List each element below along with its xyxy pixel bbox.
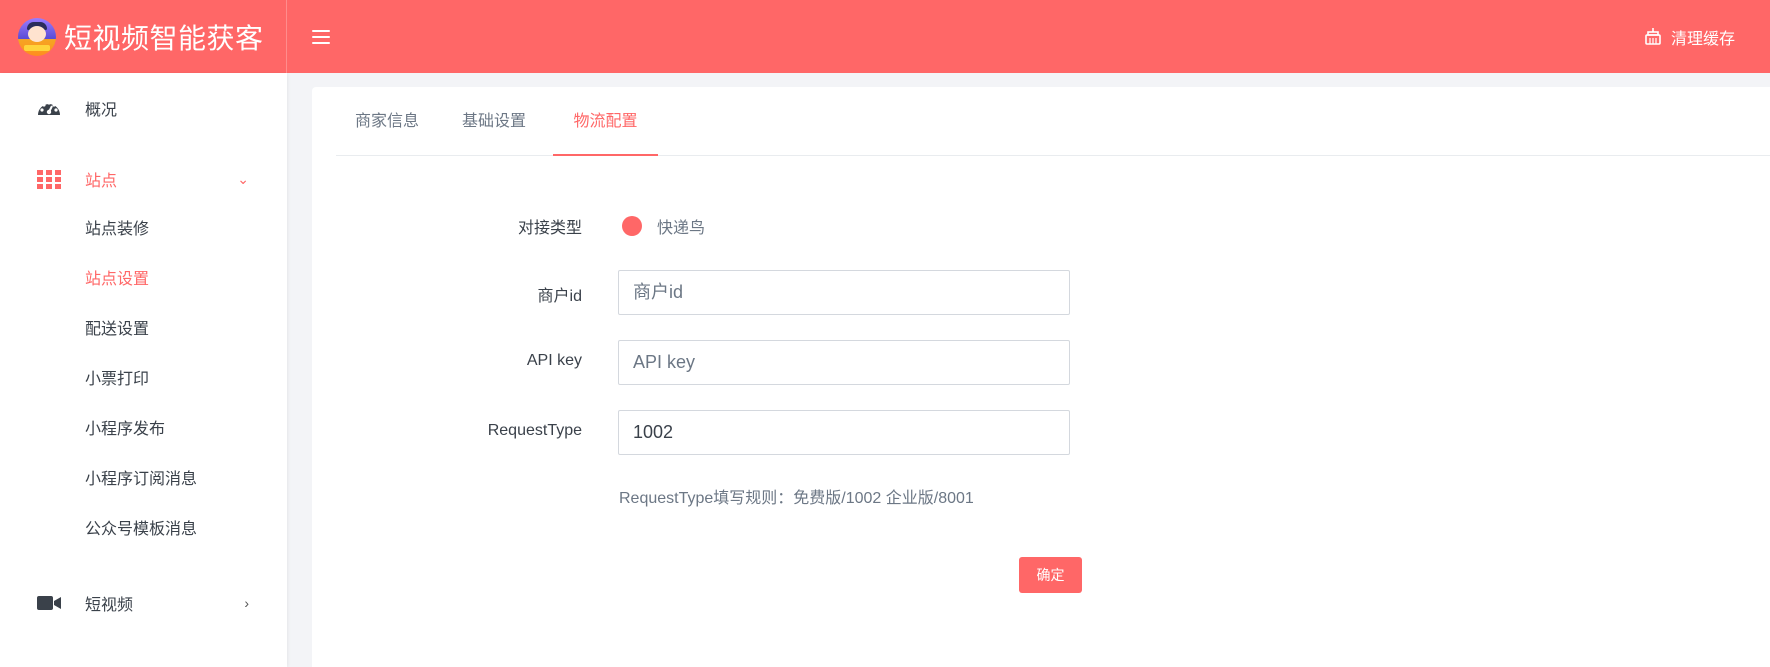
sidebar-subitem-delivery-settings[interactable]: 配送设置	[85, 318, 149, 342]
radio-checked-icon	[622, 216, 642, 236]
request-type-hint: RequestType填写规则：免费版/1002 企业版/8001	[619, 490, 974, 507]
hamburger-menu-icon[interactable]	[312, 29, 330, 44]
sidebar-subitem-miniprogram-subscribe[interactable]: 小程序订阅消息	[85, 468, 197, 492]
grid-apps-icon	[37, 170, 61, 189]
request-type-label: RequestType	[487, 422, 582, 439]
merchant-id-label: 商户id	[537, 288, 582, 305]
chevron-right-icon: ›	[244, 595, 249, 611]
sidebar-item-overview-label: 概况	[85, 102, 118, 119]
request-type-input[interactable]	[618, 410, 1070, 455]
sidebar-item-short-video[interactable]: 短视频 ›	[0, 583, 287, 623]
app-logo-icon	[18, 17, 56, 56]
confirm-button[interactable]: 确定	[1019, 557, 1082, 593]
clear-cache-button[interactable]: 清理缓存	[1644, 0, 1735, 73]
app-title: 短视频智能获客	[64, 22, 264, 54]
tab-basic-settings[interactable]: 基础设置	[461, 87, 527, 156]
top-header: 短视频智能获客 清理缓存	[0, 0, 1770, 73]
merchant-id-input[interactable]	[618, 270, 1070, 315]
video-camera-icon	[37, 596, 61, 610]
main-panel: 商家信息 基础设置 物流配置 对接类型 快递鸟 商户id API key Req…	[312, 87, 1770, 667]
tab-logistics-config[interactable]: 物流配置	[553, 87, 658, 156]
kdniao-radio[interactable]: 快递鸟	[622, 214, 705, 238]
api-key-input[interactable]	[618, 340, 1070, 385]
type-label: 对接类型	[517, 220, 582, 237]
sidebar-subitem-miniprogram-publish[interactable]: 小程序发布	[85, 418, 165, 442]
tab-bar: 商家信息 基础设置 物流配置	[336, 87, 1770, 156]
api-key-label: API key	[526, 352, 582, 369]
sidebar-item-overview[interactable]: 概况	[0, 88, 287, 128]
sidebar-subitem-site-decoration[interactable]: 站点装修	[85, 218, 149, 242]
sidebar-item-short-video-label: 短视频	[85, 597, 134, 614]
sidebar-item-site[interactable]: 站点 ⌄	[0, 159, 287, 199]
tab-merchant-info[interactable]: 商家信息	[354, 87, 420, 156]
dashboard-gauge-icon	[38, 101, 60, 115]
broom-icon	[1645, 28, 1661, 45]
sidebar: 概况 站点 ⌄ 站点装修 站点设置 配送设置 小票打印 小程序发布 小程序订阅消…	[0, 73, 287, 667]
sidebar-subitem-official-template[interactable]: 公众号模板消息	[85, 518, 197, 542]
kdniao-radio-label: 快递鸟	[657, 220, 706, 237]
sidebar-subitem-receipt-printing[interactable]: 小票打印	[85, 368, 149, 392]
sidebar-item-site-label: 站点	[85, 173, 118, 190]
sidebar-subitem-site-settings[interactable]: 站点设置	[85, 268, 149, 292]
brand[interactable]: 短视频智能获客	[0, 0, 287, 73]
chevron-down-icon: ⌄	[237, 170, 249, 187]
clear-cache-label: 清理缓存	[1670, 30, 1735, 48]
